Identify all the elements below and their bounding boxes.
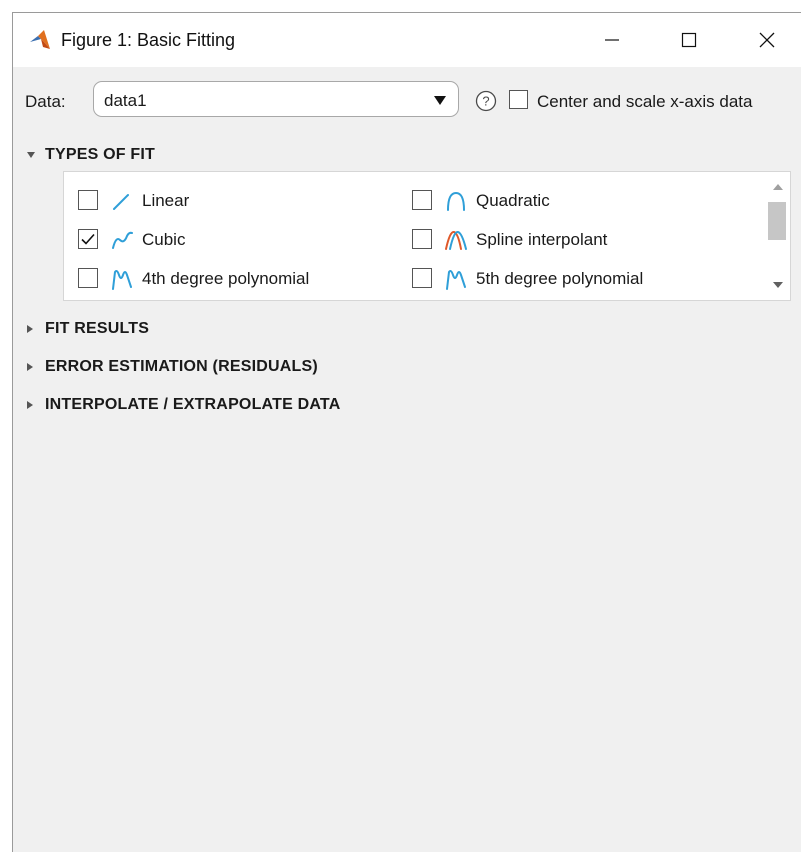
error-estimation-title: ERROR ESTIMATION (RESIDUALS) [45, 358, 318, 375]
fit-label: Linear [142, 191, 190, 210]
expanded-arrow-icon [27, 152, 35, 158]
fit-checkbox[interactable] [78, 190, 98, 210]
checkmark-icon [81, 233, 95, 245]
linear-fit-icon [113, 194, 129, 210]
spline-fit-icon [445, 230, 467, 250]
types-of-fit-panel: Linear Quadratic Cubic Spline interpolan… [63, 171, 791, 301]
cubic-fit-icon [112, 231, 133, 249]
center-scale-checkbox[interactable] [509, 90, 528, 109]
minimize-icon [605, 39, 619, 41]
data-dropdown[interactable]: data1 [93, 81, 459, 117]
svg-text:?: ? [482, 94, 489, 109]
scrollbar-thumb[interactable] [768, 202, 786, 240]
matlab-logo-icon [30, 30, 50, 49]
interpolate-extrapolate-header[interactable]: INTERPOLATE / EXTRAPOLATE DATA [27, 396, 340, 414]
fit-checkbox-checked[interactable] [78, 229, 98, 249]
fit-label: Quadratic [476, 191, 550, 210]
quadratic-fit-icon [447, 191, 465, 211]
window-title: Figure 1: Basic Fitting [61, 30, 236, 50]
types-of-fit-header[interactable]: TYPES OF FIT [27, 146, 155, 164]
scroll-up-icon[interactable] [773, 184, 783, 190]
scroll-down-icon[interactable] [773, 282, 783, 288]
data-label: Data: [25, 92, 66, 111]
collapsed-arrow-icon [27, 363, 33, 371]
question-icon[interactable]: ? [475, 90, 497, 112]
fit-checkbox[interactable] [412, 268, 432, 288]
poly4-fit-icon [112, 270, 132, 290]
fit-results-header[interactable]: FIT RESULTS [27, 320, 149, 338]
error-estimation-header[interactable]: ERROR ESTIMATION (RESIDUALS) [27, 358, 318, 376]
basic-fitting-window: Figure 1: Basic Fitting Data: data1 ? Ce… [12, 12, 801, 852]
data-dropdown-value: data1 [104, 91, 147, 110]
minimize-button[interactable] [583, 13, 641, 67]
poly5-fit-icon [446, 270, 466, 290]
interpolate-extrapolate-title: INTERPOLATE / EXTRAPOLATE DATA [45, 396, 341, 413]
fit-results-title: FIT RESULTS [45, 320, 150, 337]
maximize-icon [681, 32, 697, 48]
title-bar: Figure 1: Basic Fitting [13, 13, 801, 67]
center-scale-label: Center and scale x-axis data [537, 92, 753, 111]
fit-label: Spline interpolant [476, 230, 608, 249]
dropdown-arrow-icon[interactable] [434, 96, 446, 105]
fit-label: Cubic [142, 230, 186, 249]
fit-checkbox[interactable] [78, 268, 98, 288]
fit-checkbox[interactable] [412, 190, 432, 210]
maximize-button[interactable] [660, 13, 718, 67]
fit-list-scrollbar[interactable] [764, 172, 790, 300]
fit-checkbox[interactable] [412, 229, 432, 249]
fit-label: 4th degree polynomial [142, 269, 310, 288]
types-of-fit-title: TYPES OF FIT [45, 146, 155, 163]
close-button[interactable] [738, 13, 796, 67]
collapsed-arrow-icon [27, 401, 33, 409]
collapsed-arrow-icon [27, 325, 33, 333]
close-icon [759, 32, 775, 48]
fit-label: 5th degree polynomial [476, 269, 644, 288]
